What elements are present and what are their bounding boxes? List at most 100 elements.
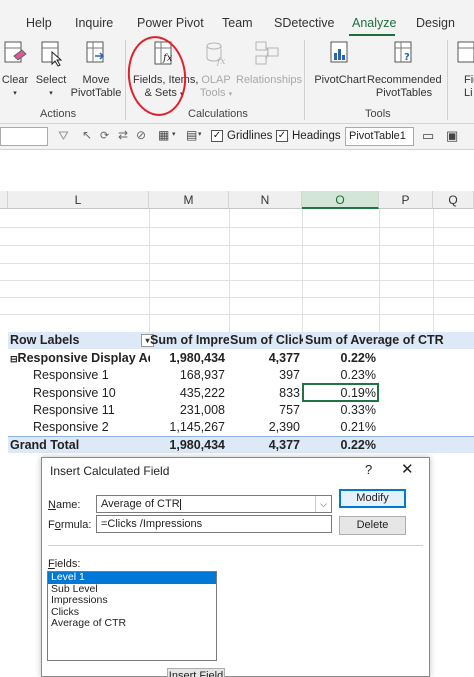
gridlines-checkbox[interactable]: ✓ (211, 130, 223, 142)
clear-filter-icon[interactable]: ⊘ (136, 128, 146, 142)
recommended-label-1: Recommended (367, 74, 442, 86)
pivot-group-row: ⊟Responsive Display Ad 1,980,434 4,377 0… (8, 350, 474, 367)
group-label[interactable]: ⊟Responsive Display Ad (10, 350, 150, 367)
field-settings-icon[interactable]: ▦ (158, 128, 169, 142)
pivot-row[interactable]: Responsive 1 168,937 397 0.23% (8, 367, 474, 384)
row-clicks: 833 (279, 386, 300, 400)
tab-power-pivot[interactable]: Power Pivot (137, 16, 204, 30)
pivottable-name-field[interactable]: PivotTable1 (345, 127, 414, 146)
total-ctr: 0.22% (340, 438, 376, 452)
gridline (0, 297, 474, 298)
total-clicks: 4,377 (268, 438, 300, 452)
row-label: Responsive 11 (33, 403, 115, 417)
help-button[interactable]: ? (365, 462, 372, 477)
pivot-row[interactable]: Responsive 2 1,145,267 2,390 0.21% (8, 419, 474, 436)
field-list-label-2: Li (464, 87, 473, 99)
pivotchart-label: PivotChart (314, 74, 366, 86)
tab-help[interactable]: Help (26, 16, 52, 30)
name-box[interactable] (0, 127, 48, 146)
row-impressions: 168,937 (179, 368, 225, 382)
column-header-blank (0, 191, 8, 209)
tab-inquire[interactable]: Inquire (75, 16, 113, 30)
cursor-icon[interactable]: ↖ (82, 128, 92, 142)
insert-field-button[interactable]: Insert Field (167, 668, 225, 677)
group-impressions: 1,980,434 (169, 351, 225, 365)
move-label-1: Move (82, 74, 110, 86)
refresh-icon[interactable]: ⟳ (100, 129, 109, 142)
list-item[interactable]: Level 1 (48, 571, 216, 584)
column-header-n[interactable]: N (229, 191, 302, 209)
toggle-icon[interactable]: ⇄ (118, 128, 128, 142)
options-icon[interactable]: ▣ (446, 128, 458, 144)
column-header-q[interactable]: Q (433, 191, 474, 209)
close-icon[interactable]: ✕ (401, 460, 414, 478)
move-label-2: PivotTable (70, 87, 122, 99)
olap-tools-button[interactable]: fx OLAP Tools ▾ (198, 40, 234, 101)
chevron-down-icon[interactable]: ⌵ (315, 496, 331, 512)
insert-calculated-field-dialog: Insert Calculated Field ? ✕ Name: Averag… (41, 457, 430, 677)
ribbon-tabs: Help Inquire Power Pivot Team SDetective… (0, 0, 474, 36)
svg-text:fx: fx (216, 57, 225, 67)
folder-icon[interactable]: ▭ (422, 128, 434, 144)
total-impressions: 1,980,434 (169, 438, 225, 452)
relationships-icon (255, 41, 279, 65)
group-ctr: 0.22% (340, 351, 376, 365)
ribbon-divider (447, 40, 448, 120)
ctr-header: Sum of Average of CTR (305, 333, 444, 347)
tab-sdetective[interactable]: SDetective (274, 16, 334, 30)
row-label: Responsive 2 (33, 420, 109, 434)
chevron-down-icon[interactable]: ▾ (172, 130, 176, 138)
clear-button[interactable]: Clear ▾ (0, 40, 30, 100)
name-field[interactable]: Average of CTR (96, 495, 332, 513)
select-label: Select (35, 74, 67, 86)
fields-list[interactable]: Level 1 Sub Level Impressions Clicks Ave… (47, 571, 217, 661)
tab-team[interactable]: Team (222, 16, 253, 30)
relationships-button[interactable]: Relationships (236, 40, 302, 87)
modify-button[interactable]: Modify (339, 489, 406, 508)
filter-icon[interactable]: ⛛ (58, 128, 69, 144)
row-impressions: 435,222 (179, 386, 225, 400)
headings-checkbox[interactable]: ✓ (276, 130, 288, 142)
gridline (0, 314, 474, 315)
gridlines-label: Gridlines (227, 130, 273, 142)
ribbon-divider (304, 40, 305, 120)
move-pivottable-button[interactable]: Move PivotTable (68, 40, 124, 100)
select-button[interactable]: Select ▾ (34, 40, 68, 100)
gridline (0, 280, 474, 281)
tab-analyze[interactable]: Analyze (352, 16, 396, 30)
blank-area (0, 151, 474, 191)
clicks-header: Sum of Clicks (230, 333, 303, 347)
layout-icon[interactable]: ▤ (186, 128, 197, 142)
name-label: Name: (48, 499, 81, 511)
headings-label: Headings (292, 130, 341, 142)
row-clicks: 757 (279, 403, 300, 417)
dialog-title: Insert Calculated Field (50, 464, 170, 478)
formula-field[interactable]: =Clicks /Impressions (96, 515, 332, 533)
quick-access-bar: ⛛ ↖ ⟳ ⇄ ⊘ ▦ ▾ ▤ ▾ ✓ Gridlines ✓ Headings… (0, 124, 474, 150)
list-item[interactable]: Impressions (48, 594, 216, 607)
list-item[interactable]: Average of CTR (48, 617, 216, 630)
grand-total-label: Grand Total (10, 438, 80, 452)
tab-design[interactable]: Design (416, 16, 455, 30)
pivot-row[interactable]: Responsive 10 435,222 833 0.19% (8, 385, 474, 402)
delete-button[interactable]: Delete (339, 516, 406, 535)
dialog-divider (48, 545, 423, 546)
row-clicks: 397 (279, 368, 300, 382)
row-ctr: 0.33% (340, 403, 376, 417)
pivotchart-button[interactable]: PivotChart (313, 40, 367, 87)
column-header-o[interactable]: O (302, 191, 379, 209)
gridline (0, 263, 474, 264)
impressions-header: Sum of Impres (150, 333, 229, 347)
chevron-down-icon[interactable]: ▾ (198, 130, 202, 138)
collapse-icon[interactable]: ⊟ (10, 354, 18, 364)
recommended-pivottables-icon: ? (394, 41, 412, 63)
field-list-button[interactable]: Fie Li (454, 40, 474, 100)
column-header-m[interactable]: M (149, 191, 229, 209)
recommended-pivottables-button[interactable]: ? Recommended PivotTables (367, 40, 442, 100)
column-header-p[interactable]: P (379, 191, 433, 209)
clear-icon (4, 41, 27, 63)
group-clicks: 4,377 (268, 351, 300, 365)
pivot-row[interactable]: Responsive 11 231,008 757 0.33% (8, 402, 474, 419)
group-label-actions: Actions (40, 108, 77, 120)
column-header-l[interactable]: L (8, 191, 149, 209)
